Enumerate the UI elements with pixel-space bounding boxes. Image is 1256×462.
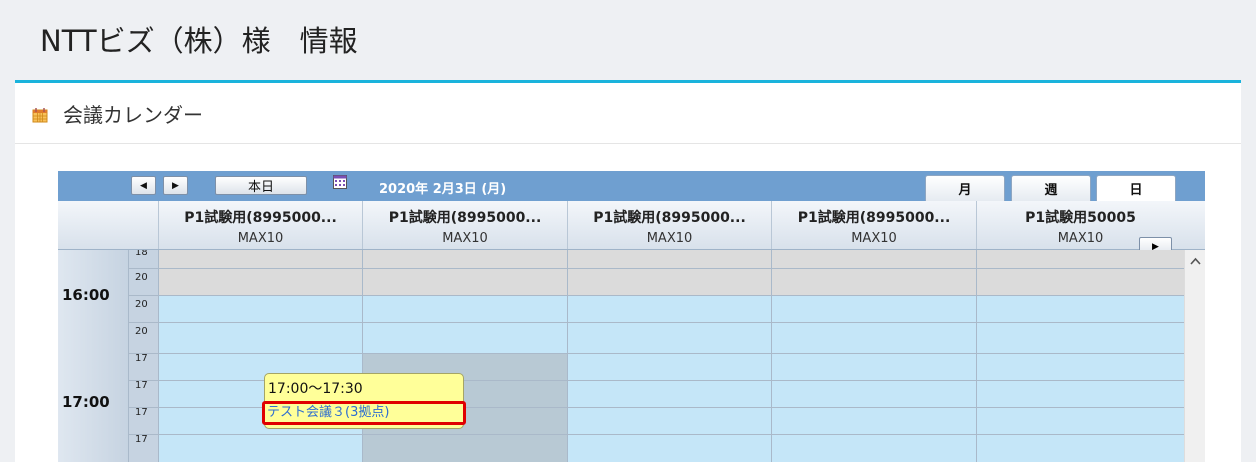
meeting-calendar-panel: 会議カレンダー ◀ ▶ 本日 2020年 2月3日 (月) 月 週 日 P1試験… (15, 80, 1241, 462)
tab-week[interactable]: 週 (1011, 175, 1091, 201)
room-column[interactable] (158, 250, 362, 462)
calendar: ◀ ▶ 本日 2020年 2月3日 (月) 月 週 日 P1試験用(899500… (58, 171, 1205, 462)
room-name: P1試験用(8995000... (797, 210, 951, 226)
today-button[interactable]: 本日 (215, 176, 307, 195)
panel-header: 会議カレンダー (15, 83, 1241, 144)
minute-label: 20 (135, 272, 148, 283)
tab-day[interactable]: 日 (1096, 175, 1176, 201)
room-header[interactable]: P1試験用(8995000... MAX10 (567, 201, 771, 249)
hour-label: 17:00 (62, 393, 110, 411)
room-name: P1試験用(8995000... (388, 210, 542, 226)
room-name: P1試験用(8995000... (184, 210, 337, 226)
tab-month[interactable]: 月 (925, 175, 1005, 201)
time-grid: 16:00 17:00 18 20 20 20 17 17 17 17 17:0… (58, 250, 1205, 462)
room-capacity: MAX10 (851, 231, 897, 246)
room-capacity: MAX10 (646, 231, 693, 246)
event-time: 17:00〜17:30 (268, 381, 363, 397)
tab-month-label: 月 (958, 183, 972, 198)
tab-week-label: 週 (1044, 183, 1058, 198)
event-title-link[interactable]: テスト会議３(3拠点) (262, 401, 466, 425)
room-capacity: MAX10 (237, 231, 284, 246)
minute-label: 18 (135, 250, 148, 258)
tab-day-label: 日 (1129, 183, 1143, 198)
room-header-row: P1試験用(8995000... MAX10 P1試験用(8995000... … (58, 201, 1205, 250)
room-header[interactable]: P1試験用(8995000... MAX10 (771, 201, 976, 249)
chevron-right-icon: ▶ (172, 180, 179, 191)
minute-label: 17 (135, 353, 148, 364)
minute-label: 20 (135, 326, 148, 337)
minute-label: 17 (135, 380, 148, 391)
today-label: 本日 (247, 180, 274, 195)
room-column[interactable] (771, 250, 976, 462)
minute-label: 20 (135, 299, 148, 310)
chevron-left-icon: ◀ (140, 180, 147, 191)
room-name: P1試験用50005 (1025, 210, 1136, 226)
room-column[interactable] (976, 250, 1184, 462)
calendar-icon (32, 108, 48, 123)
hour-column: 16:00 17:00 (58, 250, 128, 462)
vertical-scrollbar[interactable] (1184, 250, 1205, 462)
prev-button[interactable]: ◀ (131, 176, 156, 195)
current-date: 2020年 2月3日 (月) (379, 182, 507, 197)
room-column[interactable] (362, 250, 567, 462)
scroll-up-icon[interactable] (1185, 252, 1205, 272)
room-header[interactable]: P1試験用(8995000... MAX10 (362, 201, 567, 249)
hour-label: 16:00 (62, 286, 110, 304)
page-title: NTTビズ（株）様 情報 (40, 24, 358, 58)
room-capacity: MAX10 (442, 231, 488, 246)
calendar-toolbar: ◀ ▶ 本日 2020年 2月3日 (月) 月 週 日 (58, 171, 1205, 201)
next-button[interactable]: ▶ (163, 176, 188, 195)
room-header[interactable]: P1試験用(8995000... MAX10 (158, 201, 362, 249)
minute-label: 17 (135, 407, 148, 418)
date-picker-icon[interactable] (333, 175, 347, 189)
room-name: P1試験用(8995000... (593, 210, 746, 226)
room-column[interactable] (567, 250, 771, 462)
meeting-event[interactable]: 17:00〜17:30 テスト会議３(3拠点) (262, 373, 466, 429)
minute-column: 18 20 20 20 17 17 17 17 (128, 250, 159, 462)
minute-label: 17 (135, 434, 148, 445)
panel-title: 会議カレンダー (63, 103, 203, 127)
